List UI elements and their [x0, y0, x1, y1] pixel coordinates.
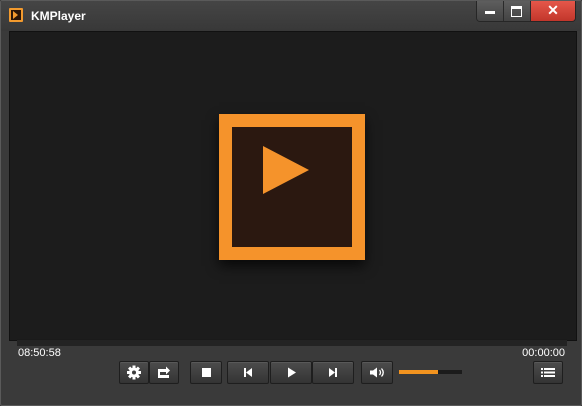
play-button[interactable]: [270, 361, 312, 384]
volume-slider[interactable]: [399, 370, 462, 374]
skip-next-icon: [329, 368, 337, 377]
close-icon: ✕: [547, 2, 559, 18]
playlist-icon: [541, 368, 555, 377]
minimize-button[interactable]: [477, 1, 504, 21]
play-logo-icon: [263, 146, 309, 194]
elapsed-time: 08:50:58: [18, 347, 61, 359]
total-time: 00:00:00: [522, 347, 565, 359]
minimize-icon: [485, 11, 495, 14]
seek-bar[interactable]: [17, 339, 567, 346]
mute-button[interactable]: [361, 361, 393, 384]
capture-button[interactable]: [149, 361, 179, 384]
volume-level: [399, 370, 438, 374]
stop-button[interactable]: [190, 361, 222, 384]
title-bar[interactable]: KMPlayer ✕: [1, 1, 581, 31]
kmplayer-play-logo: [219, 114, 365, 260]
playlist-button[interactable]: [533, 361, 563, 384]
settings-button[interactable]: [119, 361, 149, 384]
skip-previous-icon: [244, 368, 252, 377]
close-button[interactable]: ✕: [531, 1, 575, 21]
maximize-icon: [511, 6, 522, 17]
next-button[interactable]: [312, 361, 354, 384]
gear-icon: [127, 365, 141, 380]
previous-button[interactable]: [227, 361, 269, 384]
speaker-icon: [370, 367, 384, 378]
capture-arrow-icon: [158, 366, 170, 378]
stop-icon: [202, 368, 211, 377]
play-icon: [288, 367, 296, 378]
window-title: KMPlayer: [31, 9, 86, 23]
window-controls: ✕: [476, 1, 576, 22]
kmplayer-logo-icon[interactable]: [9, 8, 23, 22]
maximize-button[interactable]: [504, 1, 531, 21]
video-area[interactable]: [9, 31, 577, 341]
player-window: KMPlayer ✕ 08:50:58 00:00:00: [0, 0, 582, 406]
